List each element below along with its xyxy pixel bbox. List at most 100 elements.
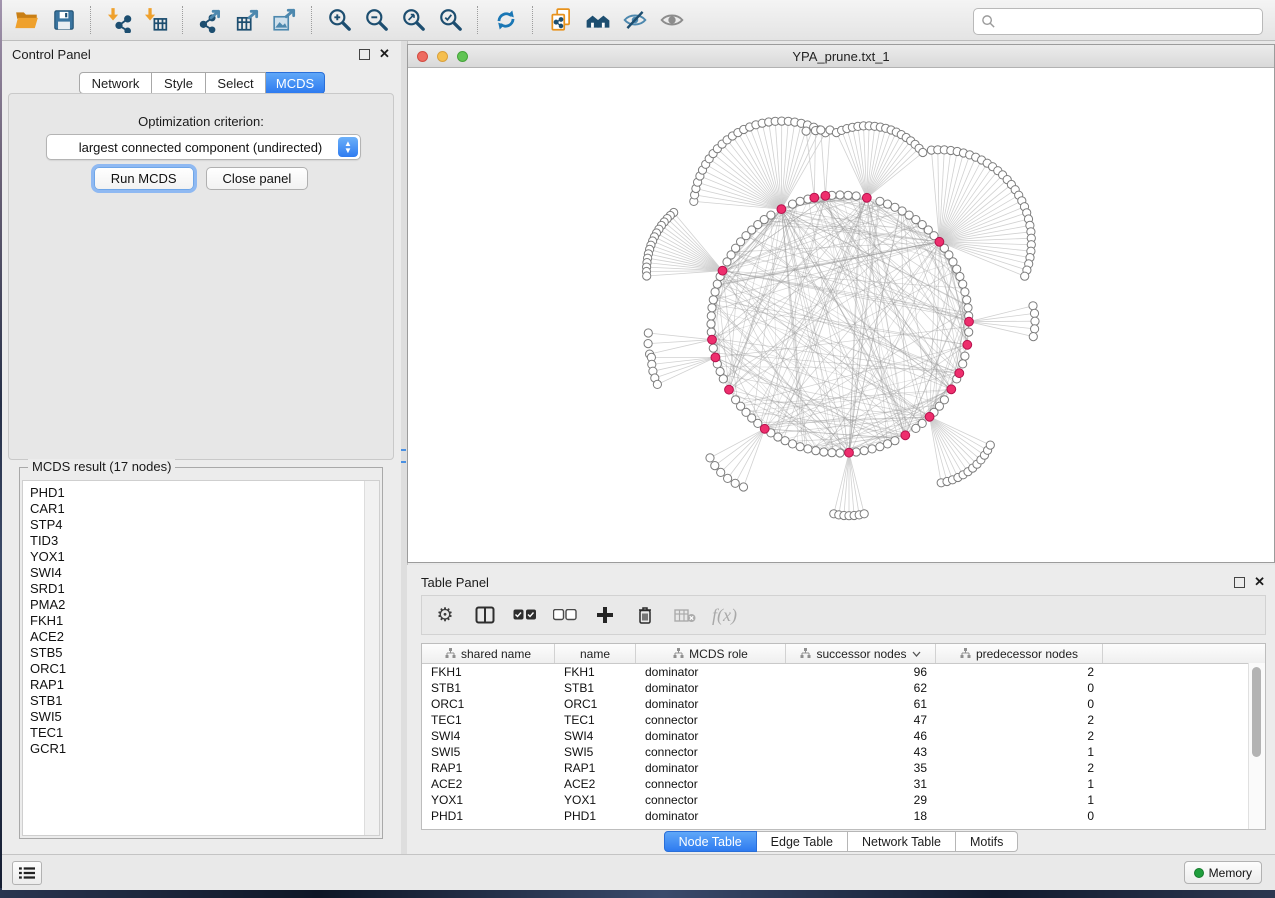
network-node[interactable] [717, 468, 725, 476]
network-node[interactable] [820, 448, 828, 456]
network-node[interactable] [708, 304, 716, 312]
mcds-result-item[interactable]: PMA2 [23, 597, 364, 613]
add-column-button[interactable] [592, 602, 618, 628]
network-node[interactable] [644, 329, 652, 337]
zoom-out-button[interactable] [358, 3, 395, 37]
network-node[interactable] [919, 148, 927, 156]
mcds-result-item[interactable]: SWI4 [23, 565, 364, 581]
column-header-predecessor-nodes[interactable]: predecessor nodes [936, 644, 1103, 663]
table-row[interactable]: FKH1FKH1dominator962 [422, 664, 1249, 680]
table-row[interactable]: SWI4SWI4dominator462 [422, 728, 1249, 744]
network-node[interactable] [724, 474, 732, 482]
network-node[interactable] [706, 454, 714, 462]
delete-table-button[interactable] [672, 602, 698, 628]
function-builder-icon[interactable]: f(x) [712, 605, 737, 626]
network-node[interactable] [709, 296, 717, 304]
network-node[interactable] [1021, 272, 1029, 280]
export-table-button[interactable] [229, 3, 266, 37]
mcds-result-item[interactable]: ORC1 [23, 661, 364, 677]
network-node[interactable] [836, 191, 844, 199]
tab-network-table[interactable]: Network Table [848, 831, 956, 852]
mcds-result-item[interactable]: STB1 [23, 693, 364, 709]
refresh-layout-button[interactable] [487, 3, 524, 37]
network-node[interactable] [961, 352, 969, 360]
network-node[interactable] [812, 447, 820, 455]
network-node[interactable] [852, 192, 860, 200]
tab-network[interactable]: Network [79, 72, 152, 94]
mcds-node[interactable] [777, 205, 786, 214]
zoom-selected-button[interactable] [432, 3, 469, 37]
network-node[interactable] [804, 445, 812, 453]
network-node[interactable] [868, 445, 876, 453]
network-node[interactable] [716, 367, 724, 375]
network-node[interactable] [796, 443, 804, 451]
network-node[interactable] [1031, 317, 1039, 325]
mcds-node[interactable] [725, 385, 734, 394]
import-network-button[interactable] [100, 3, 137, 37]
network-node[interactable] [643, 272, 651, 280]
tab-select[interactable]: Select [206, 72, 266, 94]
run-mcds-button[interactable]: Run MCDS [94, 167, 194, 190]
table-row[interactable]: RAP1RAP1dominator352 [422, 760, 1249, 776]
mcds-node[interactable] [955, 369, 964, 378]
mcds-result-item[interactable]: STP4 [23, 517, 364, 533]
table-row[interactable]: TEC1TEC1connector472 [422, 712, 1249, 728]
network-node[interactable] [959, 280, 967, 288]
network-node[interactable] [860, 447, 868, 455]
network-node[interactable] [1029, 302, 1037, 310]
network-node[interactable] [986, 441, 994, 449]
clone-network-button[interactable] [542, 3, 579, 37]
network-node[interactable] [644, 340, 652, 348]
network-node[interactable] [956, 272, 964, 280]
mcds-node[interactable] [708, 335, 717, 344]
tab-edge-table[interactable]: Edge Table [757, 831, 848, 852]
mcds-node[interactable] [947, 385, 956, 394]
save-session-button[interactable] [45, 3, 82, 37]
mcds-result-item[interactable]: RAP1 [23, 677, 364, 693]
network-node[interactable] [767, 211, 775, 219]
splitter-handle[interactable] [401, 449, 406, 463]
mcds-node[interactable] [821, 191, 830, 200]
mcds-node[interactable] [935, 237, 944, 246]
network-node[interactable] [965, 328, 973, 336]
table-settings-button[interactable]: ⚙ [432, 602, 458, 628]
network-node[interactable] [1031, 325, 1039, 333]
network-node[interactable] [963, 296, 971, 304]
network-node[interactable] [709, 344, 717, 352]
zoom-in-button[interactable] [321, 3, 358, 37]
network-node[interactable] [711, 462, 719, 470]
mcds-node[interactable] [760, 424, 769, 433]
network-node[interactable] [731, 479, 739, 487]
mcds-result-item[interactable]: SWI5 [23, 709, 364, 725]
table-row[interactable]: ORC1ORC1dominator610 [422, 696, 1249, 712]
mcds-result-item[interactable]: GCR1 [23, 741, 364, 757]
close-panel-button[interactable]: Close panel [206, 167, 309, 190]
table-row[interactable]: ACE2ACE2connector311 [422, 776, 1249, 792]
table-row[interactable]: YOX1YOX1connector291 [422, 792, 1249, 808]
zoom-fit-button[interactable] [395, 3, 432, 37]
network-node[interactable] [876, 443, 884, 451]
network-node[interactable] [788, 200, 796, 208]
close-panel-icon[interactable]: ✕ [379, 48, 390, 59]
delete-column-button[interactable] [632, 602, 658, 628]
table-scrollbar-track[interactable] [1248, 663, 1265, 829]
mcds-result-item[interactable]: YOX1 [23, 549, 364, 565]
first-neighbors-button[interactable] [579, 3, 616, 37]
mcds-result-item[interactable]: ACE2 [23, 629, 364, 645]
network-node[interactable] [844, 191, 852, 199]
optimization-criterion-dropdown[interactable]: largest connected component (undirected)… [46, 134, 361, 160]
tab-motifs[interactable]: Motifs [956, 831, 1018, 852]
hide-details-button[interactable] [616, 3, 653, 37]
mcds-node[interactable] [963, 340, 972, 349]
mcds-result-item[interactable]: STB5 [23, 645, 364, 661]
network-node[interactable] [964, 304, 972, 312]
mcds-node[interactable] [901, 431, 910, 440]
search-input[interactable] [1000, 11, 1262, 33]
float-panel-icon[interactable] [1234, 576, 1245, 591]
network-node[interactable] [883, 440, 891, 448]
tab-node-table[interactable]: Node Table [664, 831, 757, 852]
network-node[interactable] [961, 288, 969, 296]
network-node[interactable] [876, 197, 884, 205]
export-image-button[interactable] [266, 3, 303, 37]
float-panel-icon[interactable] [359, 48, 370, 63]
